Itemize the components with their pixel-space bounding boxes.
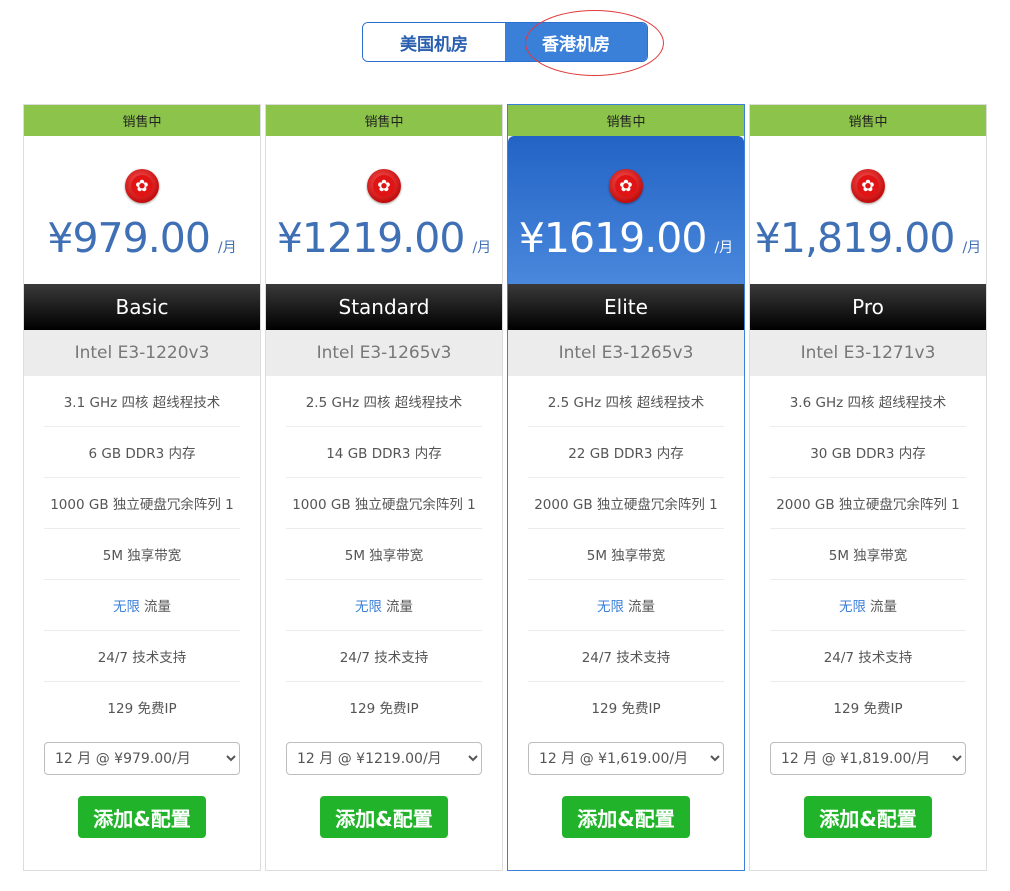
price-period: /月 xyxy=(714,240,734,256)
traffic-unlimited: 无限 xyxy=(839,599,866,615)
traffic-unlimited: 无限 xyxy=(113,599,140,615)
plan-header: ✿ ¥979.00/月 xyxy=(24,136,260,284)
plan-price: ¥1,819.00/月 xyxy=(750,214,986,262)
billing-cycle-wrap: 12 月 @ ¥1,619.00/月 xyxy=(508,732,744,775)
billing-cycle-wrap: 12 月 @ ¥1,819.00/月 xyxy=(750,732,986,775)
traffic-label: 流量 xyxy=(386,599,413,615)
feature-clock: 2.5 GHz 四核 超线程技术 xyxy=(286,376,482,427)
billing-cycle-select[interactable]: 12 月 @ ¥1,819.00/月 xyxy=(770,742,966,775)
plan-name: Pro xyxy=(750,284,986,330)
plan-header: ✿ ¥1619.00/月 xyxy=(508,136,744,284)
feature-clock: 2.5 GHz 四核 超线程技术 xyxy=(528,376,724,427)
billing-cycle-select[interactable]: 12 月 @ ¥1219.00/月 xyxy=(286,742,482,775)
feature-bandwidth: 5M 独享带宽 xyxy=(286,529,482,580)
feature-ram: 6 GB DDR3 内存 xyxy=(44,427,240,478)
billing-cycle-select[interactable]: 12 月 @ ¥979.00/月 xyxy=(44,742,240,775)
add-configure-button[interactable]: 添加&配置 xyxy=(804,796,932,838)
feature-support: 24/7 技术支持 xyxy=(44,631,240,682)
plan-card-pro: 销售中 ✿ ¥1,819.00/月 Pro Intel E3-1271v3 3.… xyxy=(749,104,987,871)
plan-name: Standard xyxy=(266,284,502,330)
feature-traffic: 无限 流量 xyxy=(770,580,966,631)
price-period: /月 xyxy=(217,240,237,256)
hk-flag-icon: ✿ xyxy=(125,169,159,203)
plan-name: Basic xyxy=(24,284,260,330)
feature-support: 24/7 技术支持 xyxy=(770,631,966,682)
feature-support: 24/7 技术支持 xyxy=(286,631,482,682)
toggle-us-datacenter[interactable]: 美国机房 xyxy=(363,23,505,61)
plan-name: Elite xyxy=(508,284,744,330)
plan-card-elite: 销售中 ✿ ¥1619.00/月 Elite Intel E3-1265v3 2… xyxy=(507,104,745,871)
feature-support: 24/7 技术支持 xyxy=(528,631,724,682)
hk-flag-icon: ✿ xyxy=(851,169,885,203)
price-amount: ¥979.00 xyxy=(47,214,211,262)
plan-card-basic: 销售中 ✿ ¥979.00/月 Basic Intel E3-1220v3 3.… xyxy=(23,104,261,871)
feature-traffic: 无限 流量 xyxy=(286,580,482,631)
plan-price: ¥1619.00/月 xyxy=(508,214,744,262)
plan-card-standard: 销售中 ✿ ¥1219.00/月 Standard Intel E3-1265v… xyxy=(265,104,503,871)
feature-ram: 22 GB DDR3 内存 xyxy=(528,427,724,478)
plan-cpu: Intel E3-1220v3 xyxy=(24,330,260,376)
feature-bandwidth: 5M 独享带宽 xyxy=(770,529,966,580)
feature-ram: 14 GB DDR3 内存 xyxy=(286,427,482,478)
plan-cpu: Intel E3-1271v3 xyxy=(750,330,986,376)
hk-flag-icon: ✿ xyxy=(609,169,643,203)
feature-list: 3.1 GHz 四核 超线程技术 6 GB DDR3 内存 1000 GB 独立… xyxy=(24,376,260,732)
feature-ip: 129 免费IP xyxy=(591,701,661,717)
feature-ram: 30 GB DDR3 内存 xyxy=(770,427,966,478)
status-badge: 销售中 xyxy=(24,105,260,136)
feature-ip: 129 免费IP xyxy=(833,701,903,717)
price-amount: ¥1619.00 xyxy=(518,214,708,262)
feature-disk: 1000 GB 独立硬盘冗余阵列 1 xyxy=(286,478,482,529)
add-configure-button[interactable]: 添加&配置 xyxy=(562,796,690,838)
price-period: /月 xyxy=(962,240,982,256)
price-amount: ¥1,819.00 xyxy=(754,214,956,262)
status-badge: 销售中 xyxy=(508,105,744,136)
feature-list: 2.5 GHz 四核 超线程技术 22 GB DDR3 内存 2000 GB 独… xyxy=(508,376,744,732)
feature-list: 2.5 GHz 四核 超线程技术 14 GB DDR3 内存 1000 GB 独… xyxy=(266,376,502,732)
traffic-label: 流量 xyxy=(870,599,897,615)
traffic-label: 流量 xyxy=(628,599,655,615)
feature-disk: 2000 GB 独立硬盘冗余阵列 1 xyxy=(770,478,966,529)
feature-bandwidth: 5M 独享带宽 xyxy=(44,529,240,580)
status-badge: 销售中 xyxy=(266,105,502,136)
status-badge: 销售中 xyxy=(750,105,986,136)
plan-price: ¥1219.00/月 xyxy=(266,214,502,262)
feature-list: 3.6 GHz 四核 超线程技术 30 GB DDR3 内存 2000 GB 独… xyxy=(750,376,986,732)
toggle-hk-datacenter[interactable]: 香港机房 xyxy=(505,23,647,61)
plan-header: ✿ ¥1219.00/月 xyxy=(266,136,502,284)
feature-clock: 3.6 GHz 四核 超线程技术 xyxy=(770,376,966,427)
price-period: /月 xyxy=(472,240,492,256)
add-configure-button[interactable]: 添加&配置 xyxy=(320,796,448,838)
plan-header: ✿ ¥1,819.00/月 xyxy=(750,136,986,284)
plan-cpu: Intel E3-1265v3 xyxy=(266,330,502,376)
traffic-unlimited: 无限 xyxy=(355,599,382,615)
billing-cycle-wrap: 12 月 @ ¥979.00/月 xyxy=(24,732,260,775)
feature-traffic: 无限 流量 xyxy=(528,580,724,631)
feature-traffic: 无限 流量 xyxy=(44,580,240,631)
datacenter-toggle: 美国机房 香港机房 xyxy=(362,22,648,62)
feature-bandwidth: 5M 独享带宽 xyxy=(528,529,724,580)
billing-cycle-wrap: 12 月 @ ¥1219.00/月 xyxy=(266,732,502,775)
plan-price: ¥979.00/月 xyxy=(24,214,260,262)
feature-disk: 1000 GB 独立硬盘冗余阵列 1 xyxy=(44,478,240,529)
feature-ip: 129 免费IP xyxy=(107,701,177,717)
billing-cycle-select[interactable]: 12 月 @ ¥1,619.00/月 xyxy=(528,742,724,775)
price-amount: ¥1219.00 xyxy=(276,214,466,262)
feature-clock: 3.1 GHz 四核 超线程技术 xyxy=(44,376,240,427)
add-configure-button[interactable]: 添加&配置 xyxy=(78,796,206,838)
feature-ip: 129 免费IP xyxy=(349,701,419,717)
traffic-label: 流量 xyxy=(144,599,171,615)
traffic-unlimited: 无限 xyxy=(597,599,624,615)
feature-disk: 2000 GB 独立硬盘冗余阵列 1 xyxy=(528,478,724,529)
plan-cpu: Intel E3-1265v3 xyxy=(508,330,744,376)
hk-flag-icon: ✿ xyxy=(367,169,401,203)
